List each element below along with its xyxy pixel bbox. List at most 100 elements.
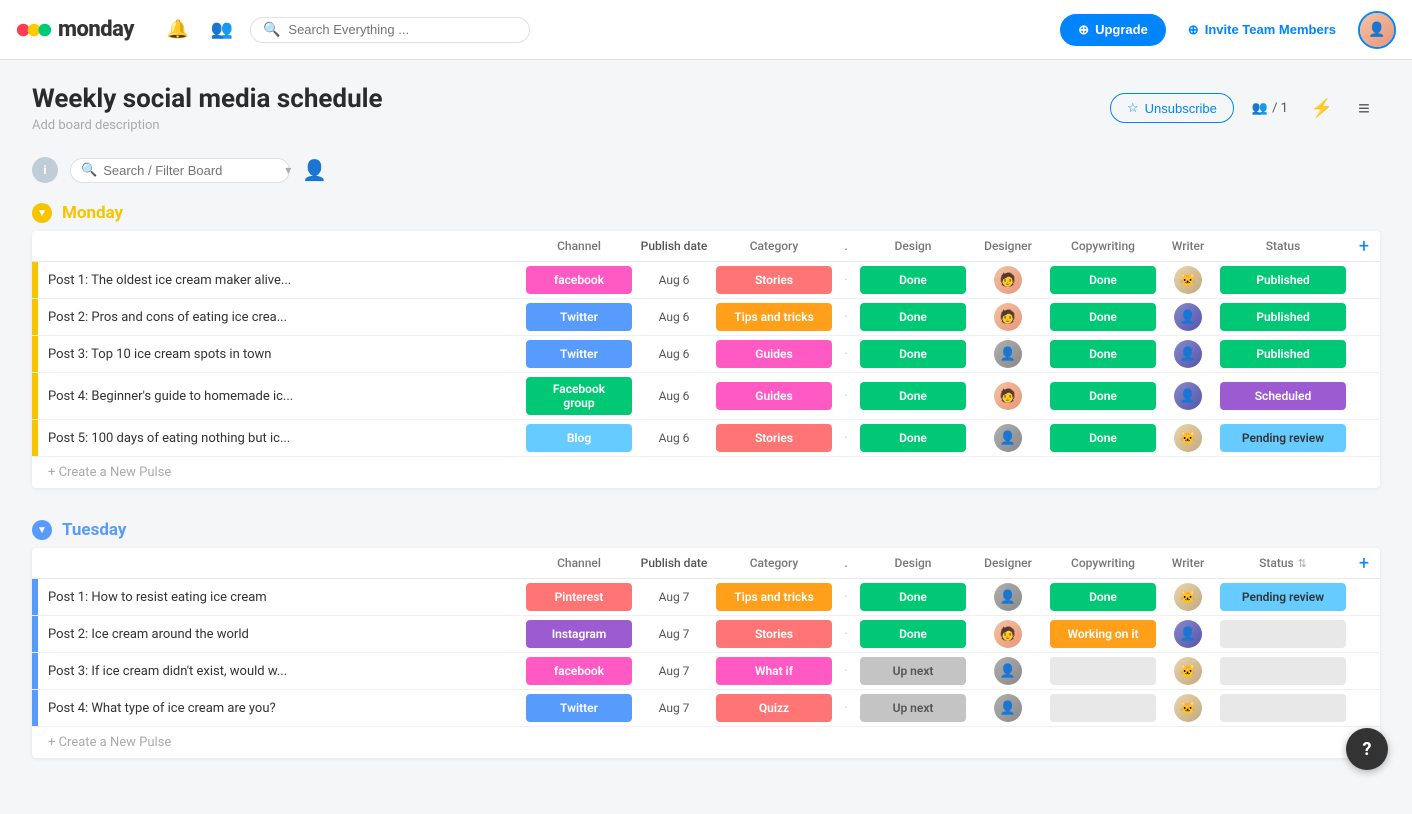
cell-design[interactable]: Up next — [858, 690, 968, 726]
design-badge[interactable]: Up next — [860, 657, 966, 685]
copywriting-badge-empty[interactable] — [1050, 657, 1156, 685]
copywriting-badge[interactable]: Working on it — [1050, 620, 1156, 648]
copywriting-badge[interactable]: Done — [1050, 266, 1156, 294]
status-sort-icon[interactable]: ⇅ — [1298, 557, 1307, 570]
invite-button[interactable]: ⊕ Invite Team Members — [1178, 16, 1346, 44]
cell-design[interactable]: Done — [858, 616, 968, 652]
cell-channel[interactable]: Blog — [524, 420, 634, 456]
cell-design[interactable]: Up next — [858, 653, 968, 689]
status-badge[interactable]: Pending review — [1220, 424, 1346, 452]
category-badge[interactable]: Guides — [716, 340, 832, 368]
row-name[interactable]: Post 1: How to resist eating ice cream — [38, 579, 524, 615]
cell-channel[interactable]: facebook — [524, 653, 634, 689]
cell-category[interactable]: Tips and tricks — [714, 579, 834, 615]
category-badge[interactable]: Guides — [716, 382, 832, 410]
status-badge-empty[interactable] — [1220, 694, 1346, 722]
category-badge[interactable]: Tips and tricks — [716, 583, 832, 611]
notifications-button[interactable]: 🔔 — [162, 14, 194, 46]
cell-design[interactable]: Done — [858, 420, 968, 456]
status-badge[interactable]: Scheduled — [1220, 382, 1346, 410]
status-badge[interactable]: Published — [1220, 266, 1346, 294]
info-button[interactable]: i — [32, 157, 58, 183]
user-avatar-ring[interactable]: 👤 — [1358, 11, 1396, 49]
cell-channel[interactable]: facebook — [524, 262, 634, 298]
channel-badge[interactable]: facebook — [526, 657, 632, 685]
cell-status[interactable]: Published — [1218, 299, 1348, 335]
cell-copywriting[interactable]: Done — [1048, 299, 1158, 335]
row-name[interactable]: Post 3: If ice cream didn't exist, would… — [38, 653, 524, 689]
cell-status[interactable]: Pending review — [1218, 579, 1348, 615]
cell-copywriting[interactable]: Done — [1048, 336, 1158, 372]
design-badge[interactable]: Up next — [860, 694, 966, 722]
cell-copywriting[interactable]: Done — [1048, 373, 1158, 419]
copywriting-badge[interactable]: Done — [1050, 424, 1156, 452]
group-title-tuesday[interactable]: Tuesday — [62, 520, 126, 540]
create-pulse-tuesday[interactable]: + Create a New Pulse — [32, 727, 1380, 758]
cell-copywriting[interactable]: Working on it — [1048, 616, 1158, 652]
row-name[interactable]: Post 4: Beginner's guide to homemade ic.… — [38, 373, 524, 419]
cell-category[interactable]: Tips and tricks — [714, 299, 834, 335]
category-badge[interactable]: What if — [716, 657, 832, 685]
row-name[interactable]: Post 2: Pros and cons of eating ice crea… — [38, 299, 524, 335]
channel-badge[interactable]: Twitter — [526, 340, 632, 368]
cell-design[interactable]: Done — [858, 299, 968, 335]
cell-design[interactable]: Done — [858, 373, 968, 419]
global-search-bar[interactable]: 🔍 — [250, 17, 530, 43]
filter-input[interactable] — [103, 163, 279, 178]
cell-category[interactable]: Quizz — [714, 690, 834, 726]
search-input[interactable] — [288, 22, 517, 37]
group-collapse-monday[interactable]: ▼ — [32, 203, 52, 223]
cell-category[interactable]: Guides — [714, 336, 834, 372]
filter-dropdown-icon[interactable]: ▾ — [285, 163, 291, 177]
status-badge-empty[interactable] — [1220, 657, 1346, 685]
design-badge[interactable]: Done — [860, 583, 966, 611]
copywriting-badge[interactable]: Done — [1050, 340, 1156, 368]
channel-badge[interactable]: Pinterest — [526, 583, 632, 611]
category-badge[interactable]: Stories — [716, 620, 832, 648]
upgrade-button[interactable]: ⊕ Upgrade — [1060, 14, 1166, 46]
help-button[interactable]: ? — [1346, 728, 1388, 770]
design-badge[interactable]: Done — [860, 303, 966, 331]
channel-badge[interactable]: Twitter — [526, 303, 632, 331]
category-badge[interactable]: Stories — [716, 266, 832, 294]
search-filter-bar[interactable]: 🔍 ▾ — [70, 158, 290, 183]
copywriting-badge[interactable]: Done — [1050, 583, 1156, 611]
members-button[interactable]: 👥 / 1 — [1244, 97, 1296, 120]
row-name[interactable]: Post 4: What type of ice cream are you? — [38, 690, 524, 726]
category-badge[interactable]: Stories — [716, 424, 832, 452]
group-collapse-tuesday[interactable]: ▼ — [32, 520, 52, 540]
cell-category[interactable]: Guides — [714, 373, 834, 419]
group-title-monday[interactable]: Monday — [62, 203, 123, 223]
cell-channel[interactable]: Twitter — [524, 336, 634, 372]
status-badge[interactable]: Published — [1220, 303, 1346, 331]
cell-category[interactable]: Stories — [714, 420, 834, 456]
row-name[interactable]: Post 1: The oldest ice cream maker alive… — [38, 262, 524, 298]
team-button[interactable]: 👥 — [206, 14, 238, 46]
add-col-monday[interactable]: + — [1348, 231, 1380, 261]
row-name[interactable]: Post 3: Top 10 ice cream spots in town — [38, 336, 524, 372]
person-filter-button[interactable]: 👤 — [302, 158, 327, 182]
cell-channel[interactable]: Facebook group — [524, 373, 634, 419]
design-badge[interactable]: Done — [860, 620, 966, 648]
design-badge[interactable]: Done — [860, 340, 966, 368]
design-badge[interactable]: Done — [860, 382, 966, 410]
cell-status[interactable]: Pending review — [1218, 420, 1348, 456]
cell-status[interactable] — [1218, 616, 1348, 652]
menu-button[interactable]: ≡ — [1348, 92, 1380, 124]
cell-status[interactable] — [1218, 690, 1348, 726]
cell-status[interactable]: Published — [1218, 336, 1348, 372]
add-col-tuesday[interactable]: + — [1348, 548, 1380, 578]
cell-design[interactable]: Done — [858, 262, 968, 298]
create-pulse-monday[interactable]: + Create a New Pulse — [32, 457, 1380, 488]
cell-status[interactable]: Scheduled — [1218, 373, 1348, 419]
cell-design[interactable]: Done — [858, 579, 968, 615]
board-description[interactable]: Add board description — [32, 118, 383, 133]
row-name[interactable]: Post 2: Ice cream around the world — [38, 616, 524, 652]
cell-copywriting[interactable]: Done — [1048, 579, 1158, 615]
design-badge[interactable]: Done — [860, 424, 966, 452]
cell-status[interactable] — [1218, 653, 1348, 689]
channel-badge[interactable]: Facebook group — [526, 377, 632, 415]
cell-status[interactable]: Published — [1218, 262, 1348, 298]
copywriting-badge[interactable]: Done — [1050, 303, 1156, 331]
channel-badge[interactable]: Blog — [526, 424, 632, 452]
